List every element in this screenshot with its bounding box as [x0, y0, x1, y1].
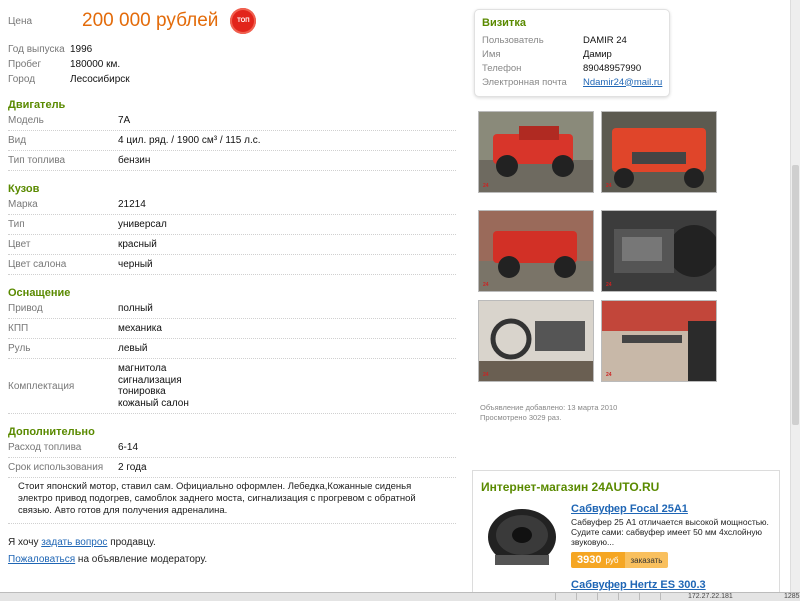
phone-value: 89048957990 [583, 62, 642, 74]
car-photo-2[interactable]: 24 [601, 111, 717, 193]
top-badge-icon: ТОП [230, 8, 257, 34]
status-segments [555, 593, 679, 600]
photo-watermark: 24 [483, 372, 489, 378]
engine-type-value: 4 цил. ряд. / 1900 см³ / 115 л.с. [118, 135, 261, 146]
car-photo-3[interactable]: 24 [478, 210, 594, 292]
body-type-label: Тип [8, 219, 25, 230]
usage-label: Срок использования [8, 462, 104, 473]
fuel-value: бензин [118, 155, 151, 166]
view-count: Просмотрено 3029 раз. [480, 413, 562, 422]
status-number: 1285 [784, 593, 800, 600]
body-heading: Кузов [8, 183, 40, 195]
equipment-heading: Оснащение [8, 287, 71, 299]
email-label: Электронная почта [482, 76, 567, 88]
email-link[interactable]: Ndamir24@mail.ru [583, 77, 662, 88]
shop-title[interactable]: Интернет-магазин 24AUTO.RU [481, 480, 779, 494]
status-ip: 172.27.22.181 [688, 593, 733, 600]
car-photo-1[interactable]: 24 [478, 111, 594, 193]
subwoofer-image[interactable] [485, 507, 559, 567]
body-type-value: универсал [118, 219, 167, 230]
photo-watermark: 24 [606, 282, 612, 288]
ad-meta: Объявление добавлено: 13 марта 2010 Прос… [480, 403, 617, 423]
complain-link[interactable]: Пожаловаться [8, 554, 75, 565]
name-value: Дамир [583, 48, 612, 60]
drive-value: полный [118, 303, 153, 314]
photo-watermark: 24 [606, 183, 612, 189]
interior-color-label: Цвет салона [8, 259, 67, 270]
engine-type-label: Вид [8, 135, 27, 146]
contact-links: Я хочу задать вопрос продавцу. Пожаловат… [8, 534, 456, 568]
price-currency: руб [605, 555, 619, 565]
interior-color-value: черный [118, 259, 153, 270]
photo-watermark: 24 [483, 282, 489, 288]
mileage-label: Пробег [8, 59, 42, 70]
kit-list: магнитола сигнализация тонировка кожаный… [118, 363, 189, 409]
shop-block: Интернет-магазин 24AUTO.RU Сабвуфер Foca… [472, 470, 780, 597]
engine-model-value: 7A [118, 115, 131, 126]
name-label: Имя [482, 48, 501, 60]
color-value: красный [118, 239, 157, 250]
vertical-scrollbar[interactable] [790, 0, 800, 592]
engine-heading: Двигатель [8, 99, 66, 111]
added-date: Объявление добавлено: 13 марта 2010 [480, 403, 618, 412]
car-photo-6[interactable]: 24 [601, 300, 717, 382]
city-label: Город [8, 74, 36, 85]
product-2-link[interactable]: Сабвуфер Hertz ES 300.3 [571, 579, 706, 591]
drive-label: Привод [8, 303, 43, 314]
user-label: Пользователь [482, 34, 544, 46]
make-value: 21214 [118, 199, 146, 210]
price-tag: 3930 руб [571, 552, 625, 568]
kit-label: Комплектация [8, 380, 75, 392]
photo-watermark: 24 [606, 372, 612, 378]
year-value: 1996 [70, 44, 93, 55]
fuel-label: Тип топлива [8, 155, 66, 166]
ask-suffix: продавцу. [107, 537, 156, 548]
product-1-price: 3930 руб заказать [571, 552, 669, 568]
usage-value: 2 года [118, 462, 147, 473]
kit-item: магнитола [118, 363, 167, 374]
price-amount: 3930 [577, 554, 602, 566]
consumption-label: Расход топлива [8, 442, 82, 453]
kit-item: кожаный салон [118, 397, 189, 409]
product-1-description: Сабвуфер 25 A1 отличается высокой мощнос… [571, 517, 769, 547]
city-value: Лесосибирск [70, 74, 130, 85]
basic-info: Год выпуска 1996 Пробег 180000 км. Город Ле… [8, 42, 456, 87]
steering-label: Руль [8, 343, 31, 354]
price-row: Цена 200 000 рублей ТОП [8, 0, 456, 42]
scrollbar-thumb[interactable] [792, 165, 799, 425]
price-value: 200 000 рублей [82, 10, 219, 31]
seller-card: Визитка Пользователь DAMIR 24 Имя Дамир Те… [474, 9, 670, 97]
gearbox-value: механика [118, 323, 162, 334]
price-label: Цена [8, 15, 33, 27]
consumption-value: 6-14 [118, 442, 139, 453]
extra-heading: Дополнительно [8, 426, 95, 438]
ad-details: Цена 200 000 рублей ТОП Год выпуска 1996 … [8, 0, 456, 568]
year-label: Год выпуска [8, 44, 65, 55]
phone-label: Телефон [482, 62, 522, 74]
order-button[interactable]: заказать [624, 552, 669, 568]
car-photo-4[interactable]: 24 [601, 210, 717, 292]
make-label: Марка [8, 199, 38, 210]
seller-card-title: Визитка [482, 17, 526, 29]
description-text: Стоит японский мотор, ставил сам. Официа… [8, 478, 456, 524]
engine-model-label: Модель [8, 115, 44, 126]
steering-value: левый [118, 343, 148, 354]
complain-suffix: на объявление модератору. [75, 554, 208, 565]
ask-prefix: Я хочу [8, 537, 42, 548]
kit-item: тонировка [118, 386, 166, 397]
car-photo-5[interactable]: 24 [478, 300, 594, 382]
ask-question-link[interactable]: задать вопрос [41, 537, 107, 548]
gearbox-label: КПП [8, 323, 29, 334]
product-1-link[interactable]: Сабвуфер Focal 25A1 [571, 503, 688, 515]
color-label: Цвет [8, 239, 31, 250]
kit-item: сигнализация [118, 374, 182, 386]
photo-watermark: 24 [483, 183, 489, 189]
user-value: DAMIR 24 [583, 34, 627, 46]
mileage-value: 180000 км. [70, 59, 121, 70]
